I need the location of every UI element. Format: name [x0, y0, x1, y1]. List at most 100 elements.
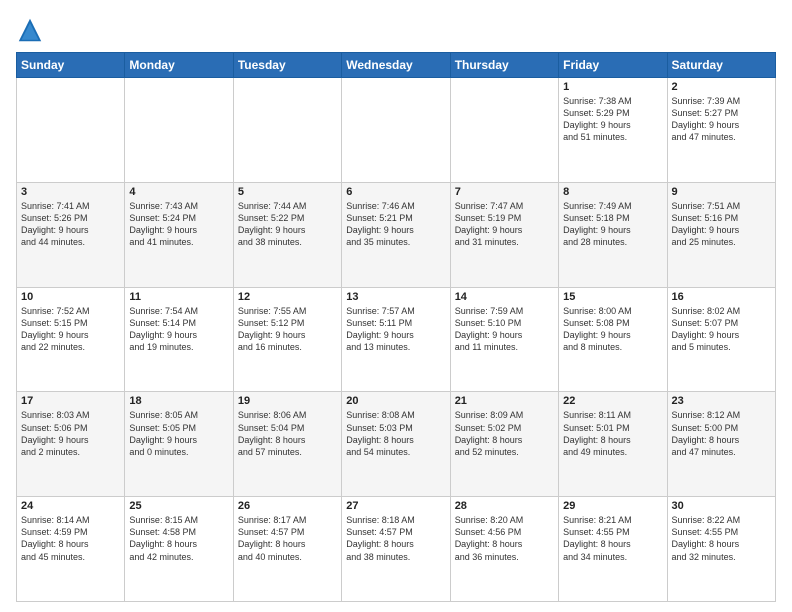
day-info: Sunrise: 8:21 AM Sunset: 4:55 PM Dayligh… — [563, 514, 662, 563]
day-cell — [342, 78, 450, 183]
day-cell — [233, 78, 341, 183]
day-info: Sunrise: 8:17 AM Sunset: 4:57 PM Dayligh… — [238, 514, 337, 563]
day-cell: 12 Sunrise: 7:55 AM Sunset: 5:12 PM Dayli… — [233, 287, 341, 392]
day-number: 5 — [238, 186, 337, 198]
day-number: 30 — [672, 500, 771, 512]
day-cell: 19 Sunrise: 8:06 AM Sunset: 5:04 PM Dayli… — [233, 392, 341, 497]
day-cell: 5 Sunrise: 7:44 AM Sunset: 5:22 PM Daylig… — [233, 182, 341, 287]
week-row-3: 17Sunrise: 8:03 AM Sunset: 5:06 PM Dayli… — [17, 392, 776, 497]
day-info: Sunrise: 7:38 AM Sunset: 5:29 PM Dayligh… — [563, 95, 662, 144]
day-info: Sunrise: 8:14 AM Sunset: 4:59 PM Dayligh… — [21, 514, 120, 563]
day-cell: 21Sunrise: 8:09 AM Sunset: 5:02 PM Dayli… — [450, 392, 558, 497]
day-cell: 8Sunrise: 7:49 AM Sunset: 5:18 PM Daylig… — [559, 182, 667, 287]
day-cell: 20 Sunrise: 8:08 AM Sunset: 5:03 PM Dayli… — [342, 392, 450, 497]
day-cell: 7 Sunrise: 7:47 AM Sunset: 5:19 PM Daylig… — [450, 182, 558, 287]
day-info: Sunrise: 8:11 AM Sunset: 5:01 PM Dayligh… — [563, 409, 662, 458]
day-info: Sunrise: 8:15 AM Sunset: 4:58 PM Dayligh… — [129, 514, 228, 563]
day-cell: 13 Sunrise: 7:57 AM Sunset: 5:11 PM Dayli… — [342, 287, 450, 392]
day-header-tuesday: Tuesday — [233, 53, 341, 78]
logo-icon — [16, 16, 44, 44]
day-number: 10 — [21, 291, 120, 303]
day-info: Sunrise: 7:44 AM Sunset: 5:22 PM Dayligh… — [238, 200, 337, 249]
day-number: 24 — [21, 500, 120, 512]
day-cell: 27Sunrise: 8:18 AM Sunset: 4:57 PM Dayli… — [342, 497, 450, 602]
day-cell: 3Sunrise: 7:41 AM Sunset: 5:26 PM Daylig… — [17, 182, 125, 287]
day-number: 7 — [455, 186, 554, 198]
day-number: 12 — [238, 291, 337, 303]
day-number: 17 — [21, 395, 120, 407]
day-number: 18 — [129, 395, 228, 407]
day-number: 14 — [455, 291, 554, 303]
day-cell: 6 Sunrise: 7:46 AM Sunset: 5:21 PM Daylig… — [342, 182, 450, 287]
day-number: 15 — [563, 291, 662, 303]
day-number: 19 — [238, 395, 337, 407]
day-cell — [125, 78, 233, 183]
week-row-2: 10Sunrise: 7:52 AM Sunset: 5:15 PM Dayli… — [17, 287, 776, 392]
day-number: 2 — [672, 81, 771, 93]
day-cell: 9 Sunrise: 7:51 AM Sunset: 5:16 PM Daylig… — [667, 182, 775, 287]
day-info: Sunrise: 8:12 AM Sunset: 5:00 PM Dayligh… — [672, 409, 771, 458]
header — [16, 16, 776, 44]
day-cell: 25 Sunrise: 8:15 AM Sunset: 4:58 PM Dayli… — [125, 497, 233, 602]
calendar: SundayMondayTuesdayWednesdayThursdayFrid… — [16, 52, 776, 602]
day-number: 25 — [129, 500, 228, 512]
day-info: Sunrise: 8:18 AM Sunset: 4:57 PM Dayligh… — [346, 514, 445, 563]
day-number: 28 — [455, 500, 554, 512]
day-cell — [17, 78, 125, 183]
day-info: Sunrise: 7:51 AM Sunset: 5:16 PM Dayligh… — [672, 200, 771, 249]
day-info: Sunrise: 7:55 AM Sunset: 5:12 PM Dayligh… — [238, 305, 337, 354]
logo — [16, 16, 48, 44]
day-number: 8 — [563, 186, 662, 198]
day-cell: 4 Sunrise: 7:43 AM Sunset: 5:24 PM Daylig… — [125, 182, 233, 287]
day-number: 6 — [346, 186, 445, 198]
day-header-monday: Monday — [125, 53, 233, 78]
day-cell: 18 Sunrise: 8:05 AM Sunset: 5:05 PM Dayli… — [125, 392, 233, 497]
day-number: 11 — [129, 291, 228, 303]
day-info: Sunrise: 7:54 AM Sunset: 5:14 PM Dayligh… — [129, 305, 228, 354]
day-info: Sunrise: 8:02 AM Sunset: 5:07 PM Dayligh… — [672, 305, 771, 354]
day-info: Sunrise: 7:43 AM Sunset: 5:24 PM Dayligh… — [129, 200, 228, 249]
day-cell: 14 Sunrise: 7:59 AM Sunset: 5:10 PM Dayli… — [450, 287, 558, 392]
day-number: 22 — [563, 395, 662, 407]
day-number: 4 — [129, 186, 228, 198]
day-cell: 29 Sunrise: 8:21 AM Sunset: 4:55 PM Dayli… — [559, 497, 667, 602]
day-info: Sunrise: 7:57 AM Sunset: 5:11 PM Dayligh… — [346, 305, 445, 354]
day-cell: 1Sunrise: 7:38 AM Sunset: 5:29 PM Daylig… — [559, 78, 667, 183]
day-info: Sunrise: 8:09 AM Sunset: 5:02 PM Dayligh… — [455, 409, 554, 458]
day-cell: 24 Sunrise: 8:14 AM Sunset: 4:59 PM Dayli… — [17, 497, 125, 602]
day-cell: 15 Sunrise: 8:00 AM Sunset: 5:08 PM Dayli… — [559, 287, 667, 392]
day-cell: 16 Sunrise: 8:02 AM Sunset: 5:07 PM Dayli… — [667, 287, 775, 392]
day-number: 16 — [672, 291, 771, 303]
day-info: Sunrise: 8:22 AM Sunset: 4:55 PM Dayligh… — [672, 514, 771, 563]
day-header-saturday: Saturday — [667, 53, 775, 78]
day-cell: 10Sunrise: 7:52 AM Sunset: 5:15 PM Dayli… — [17, 287, 125, 392]
day-cell: 17Sunrise: 8:03 AM Sunset: 5:06 PM Dayli… — [17, 392, 125, 497]
day-info: Sunrise: 7:59 AM Sunset: 5:10 PM Dayligh… — [455, 305, 554, 354]
day-info: Sunrise: 8:08 AM Sunset: 5:03 PM Dayligh… — [346, 409, 445, 458]
day-cell — [450, 78, 558, 183]
day-number: 26 — [238, 500, 337, 512]
week-row-4: 24 Sunrise: 8:14 AM Sunset: 4:59 PM Dayli… — [17, 497, 776, 602]
day-cell: 23 Sunrise: 8:12 AM Sunset: 5:00 PM Dayli… — [667, 392, 775, 497]
day-number: 23 — [672, 395, 771, 407]
day-header-thursday: Thursday — [450, 53, 558, 78]
day-cell: 28Sunrise: 8:20 AM Sunset: 4:56 PM Dayli… — [450, 497, 558, 602]
day-number: 29 — [563, 500, 662, 512]
day-info: Sunrise: 8:05 AM Sunset: 5:05 PM Dayligh… — [129, 409, 228, 458]
day-number: 20 — [346, 395, 445, 407]
day-header-wednesday: Wednesday — [342, 53, 450, 78]
header-row: SundayMondayTuesdayWednesdayThursdayFrid… — [17, 53, 776, 78]
day-number: 3 — [21, 186, 120, 198]
day-info: Sunrise: 7:46 AM Sunset: 5:21 PM Dayligh… — [346, 200, 445, 249]
day-cell: 2 Sunrise: 7:39 AM Sunset: 5:27 PM Daylig… — [667, 78, 775, 183]
day-info: Sunrise: 7:47 AM Sunset: 5:19 PM Dayligh… — [455, 200, 554, 249]
day-number: 9 — [672, 186, 771, 198]
day-info: Sunrise: 7:39 AM Sunset: 5:27 PM Dayligh… — [672, 95, 771, 144]
week-row-1: 3Sunrise: 7:41 AM Sunset: 5:26 PM Daylig… — [17, 182, 776, 287]
day-info: Sunrise: 8:00 AM Sunset: 5:08 PM Dayligh… — [563, 305, 662, 354]
day-cell: 22 Sunrise: 8:11 AM Sunset: 5:01 PM Dayli… — [559, 392, 667, 497]
week-row-0: 1Sunrise: 7:38 AM Sunset: 5:29 PM Daylig… — [17, 78, 776, 183]
day-info: Sunrise: 8:06 AM Sunset: 5:04 PM Dayligh… — [238, 409, 337, 458]
day-number: 13 — [346, 291, 445, 303]
day-cell: 30 Sunrise: 8:22 AM Sunset: 4:55 PM Dayli… — [667, 497, 775, 602]
